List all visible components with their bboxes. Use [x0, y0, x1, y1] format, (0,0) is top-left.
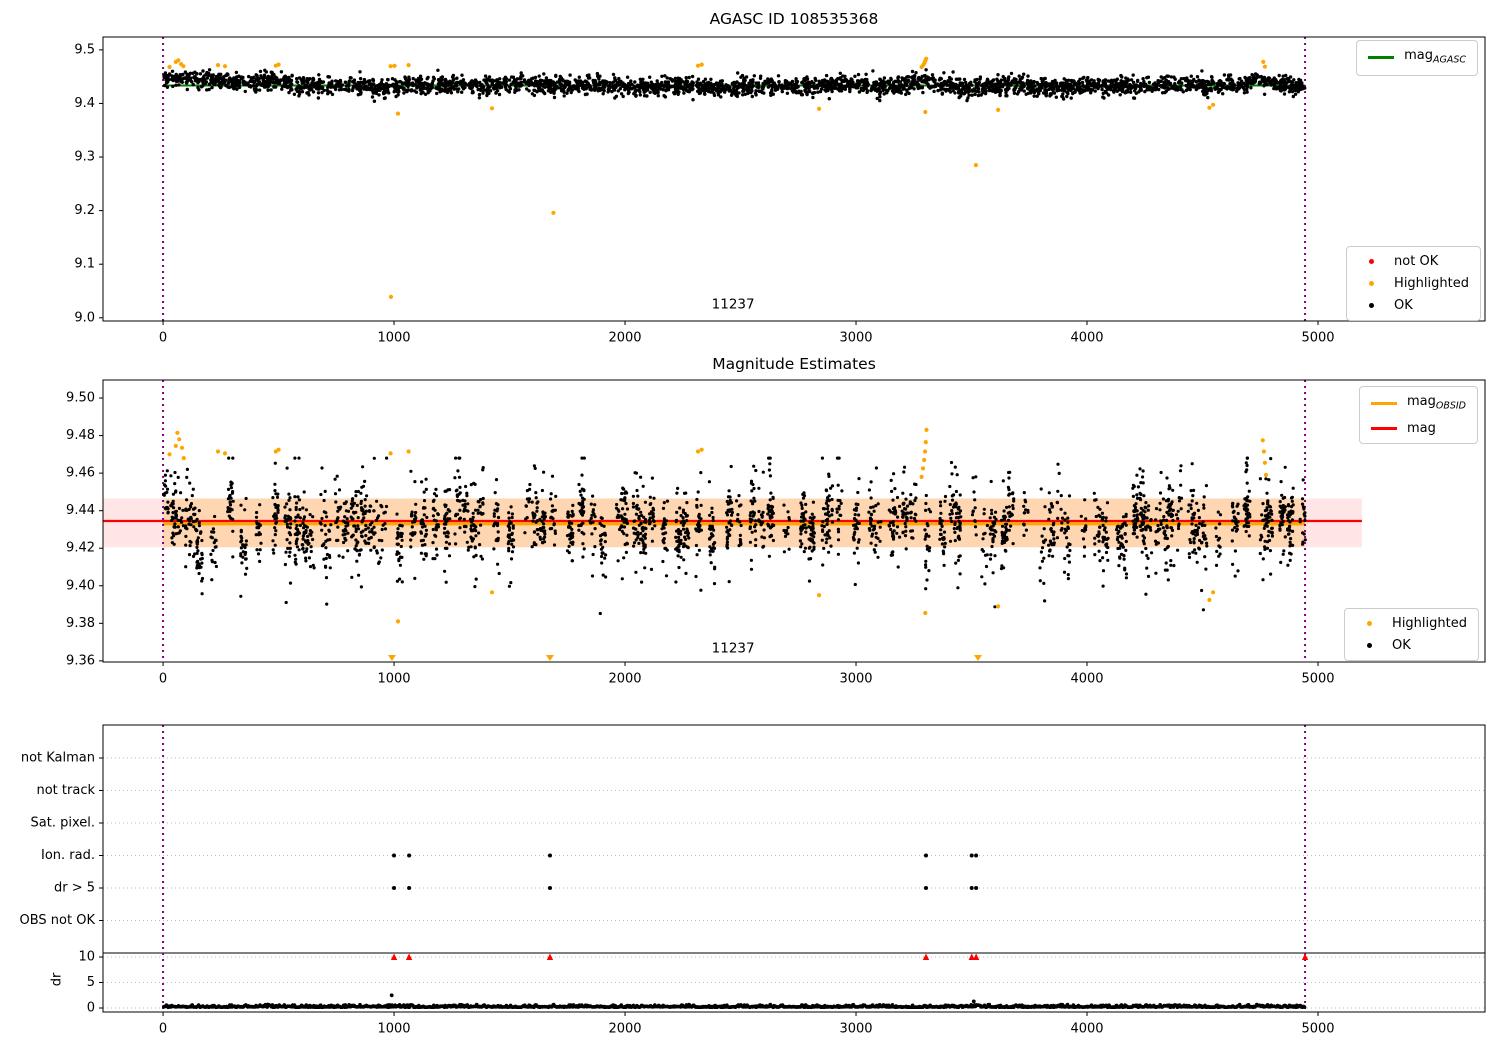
top-legend-mag-agasc: magAGASC	[1356, 40, 1478, 76]
ok-dot-swatch-mid	[1356, 643, 1382, 648]
highlighted-dot-swatch-mid	[1356, 621, 1382, 626]
legend-entry-mag-agasc: magAGASC	[1368, 48, 1466, 68]
middle-annotation-obsid: 11237	[712, 641, 755, 657]
legend-entry-mag: mag	[1370, 420, 1466, 436]
mag-line-swatch	[1370, 426, 1397, 430]
legend-entry-highlighted: Highlighted	[1358, 276, 1469, 291]
highlighted-dot-swatch	[1358, 281, 1384, 286]
legend-label-not-ok: not OK	[1394, 254, 1439, 269]
legend-entry-not-ok: not OK	[1358, 254, 1469, 269]
legend-label-ok-mid: OK	[1392, 638, 1411, 653]
figure: 11237 0 1000 2000 3000 4000 5000 9.0 9.1 9.2 9.3 9.…	[0, 0, 1500, 1050]
legend-label-mag: mag	[1406, 420, 1436, 436]
middle-legend-markers: Highlighted OK	[1344, 608, 1479, 661]
plots-canvas: 11237 0 1000 2000 3000 4000 5000 9.0 9.1 9.2 9.3 9.…	[20, 36, 1486, 1037]
top-chart: 11237 0 1000 2000 3000 4000 5000 9.0 9.1 9.2 9.3 9.…	[74, 36, 1486, 346]
middle-legend-lines: magOBSID mag	[1358, 386, 1478, 444]
ok-dot-swatch	[1358, 303, 1384, 308]
legend-label-highlighted: Highlighted	[1394, 276, 1469, 291]
middle-chart-title: Magnitude Estimates	[712, 355, 876, 373]
svg-text:5000: 5000	[1301, 331, 1334, 346]
svg-text:4000: 4000	[1070, 331, 1103, 346]
bottom-chart: 0 1000 2000 3000 4000 5000not Kalmannot track…	[20, 724, 1486, 1037]
legend-label-highlighted-mid: Highlighted	[1392, 616, 1467, 631]
top-annotation-obsid: 11237	[712, 296, 755, 312]
middle-chart: 112370 1000 2000 3000 4000 50009.369.389.409.…	[66, 379, 1486, 687]
top-chart-title: AGASC ID 108535368	[709, 10, 879, 28]
legend-label-mag-agasc: magAGASC	[1404, 48, 1466, 66]
svg-text:9.2: 9.2	[74, 203, 95, 218]
svg-text:9.1: 9.1	[74, 257, 95, 272]
legend-label-mag-obsid: magOBSID	[1406, 394, 1466, 412]
svg-text:3000: 3000	[839, 331, 872, 346]
svg-text:1000: 1000	[377, 331, 410, 346]
flag-dots	[392, 853, 979, 890]
dr-axis-label: dr	[49, 972, 65, 987]
bottom-gridlines	[103, 757, 1485, 1009]
svg-text:9.3: 9.3	[74, 150, 95, 165]
svg-text:9.5: 9.5	[74, 42, 95, 57]
legend-entry-ok: OK	[1358, 298, 1469, 313]
top-legend-markers: not OK Highlighted OK	[1346, 246, 1481, 321]
legend-label-ok: OK	[1394, 298, 1413, 313]
top-ok-scatter	[162, 68, 1307, 103]
mag-obsid-line-swatch	[1370, 402, 1397, 406]
legend-entry-ok-mid: OK	[1356, 638, 1467, 653]
clipped-dr-markers	[390, 953, 1309, 960]
dr-trace	[162, 993, 1307, 1009]
legend-entry-mag-obsid: magOBSID	[1370, 394, 1466, 414]
svg-text:9.4: 9.4	[74, 96, 95, 111]
not-ok-dot-swatch	[1358, 259, 1384, 264]
legend-entry-highlighted-mid: Highlighted	[1356, 616, 1467, 631]
middle-clipped-low-markers	[387, 655, 982, 661]
svg-text:0: 0	[159, 331, 167, 346]
svg-text:9.0: 9.0	[74, 310, 95, 325]
svg-text:2000: 2000	[608, 331, 641, 346]
mag-agasc-line-swatch	[1368, 56, 1395, 60]
